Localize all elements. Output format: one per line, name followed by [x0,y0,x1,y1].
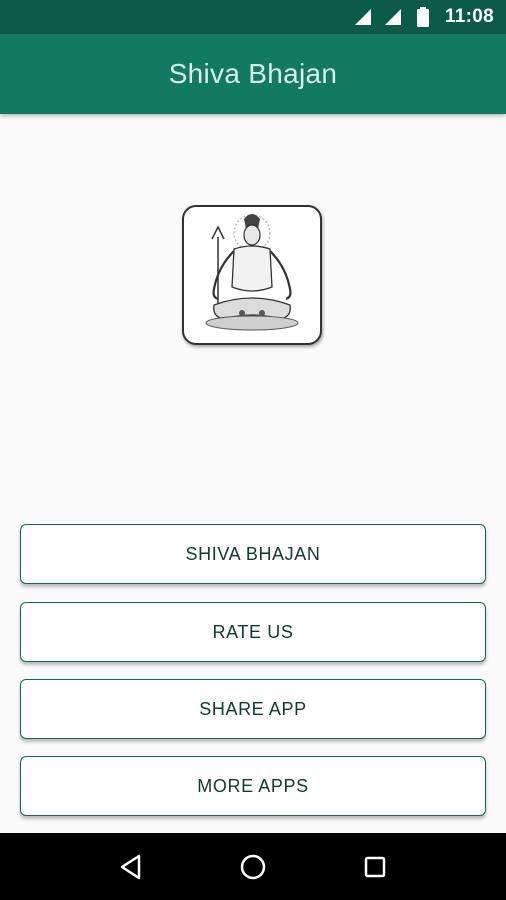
wifi-signal-icon [383,7,403,27]
battery-icon [413,7,433,27]
back-icon[interactable] [113,849,149,885]
app-title: Shiva Bhajan [168,58,338,89]
shiva-bhajan-button[interactable]: SHIVA BHAJAN [20,524,486,584]
shiva-logo-image [182,205,322,345]
more-apps-button-label: MORE APPS [197,775,309,796]
recents-icon[interactable] [357,849,393,885]
shiva-icon [205,214,299,331]
app-bar: Shiva Bhajan [0,34,506,114]
status-time: 11:08 [444,6,494,27]
rate-us-button-label: RATE US [212,621,294,642]
status-bar: 11:08 [0,0,506,34]
shiva-bhajan-button-label: SHIVA BHAJAN [185,543,321,564]
home-icon[interactable] [235,849,271,885]
signal-icon [353,7,373,27]
share-app-button-label: SHARE APP [199,698,307,719]
rate-us-button[interactable]: RATE US [20,602,486,662]
more-apps-button[interactable]: MORE APPS [20,756,486,816]
share-app-button[interactable]: SHARE APP [20,679,486,739]
screen: 11:08 Shiva Bhajan SHIVA BHAJAN RATE US … [0,0,506,900]
system-nav-bar [0,833,506,900]
